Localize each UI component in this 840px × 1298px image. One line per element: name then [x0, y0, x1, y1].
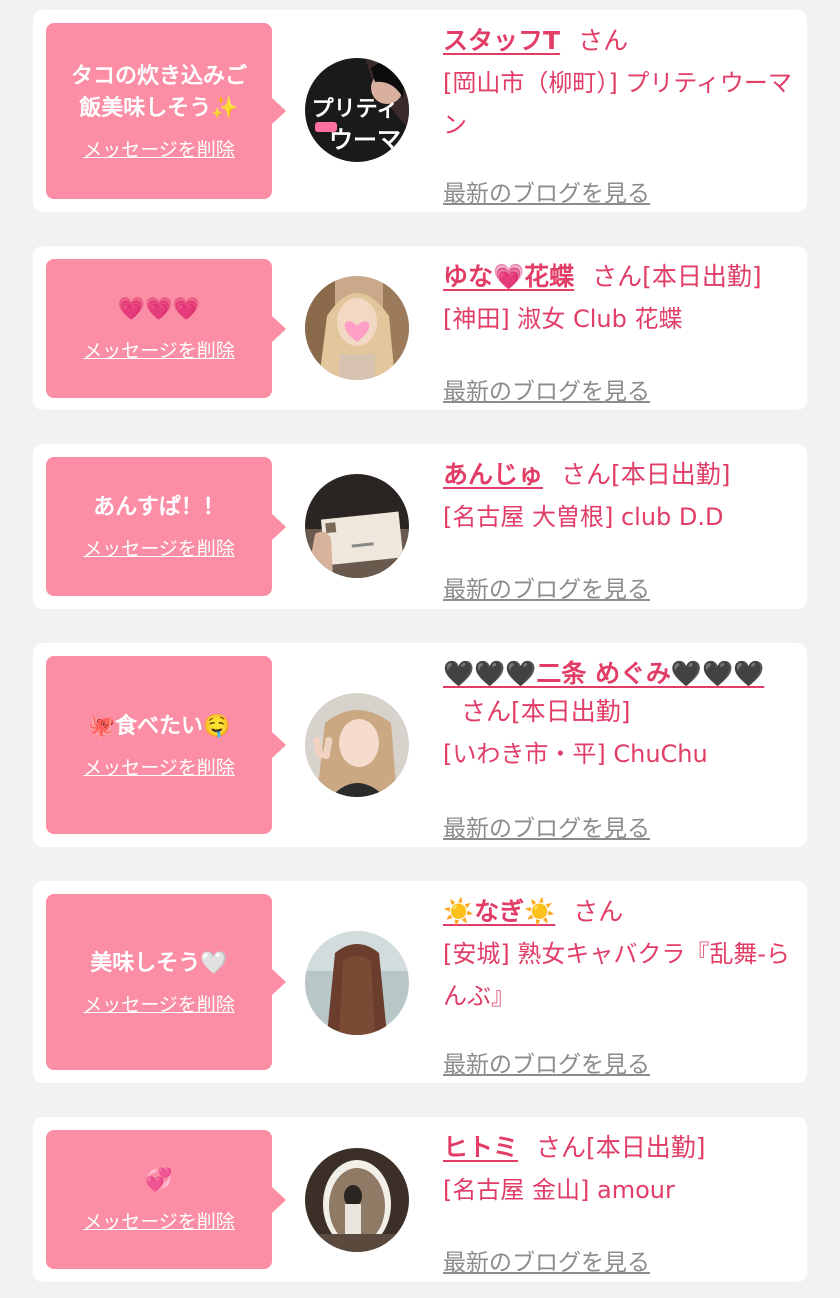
message-bubble: 💞 メッセージを削除	[46, 1130, 286, 1269]
shop-name: [名古屋 金山] amour	[443, 1176, 675, 1204]
message-bubble: 美味しそう🤍 メッセージを削除	[46, 894, 286, 1070]
latest-blog-link[interactable]: 最新のブログを見る	[443, 809, 650, 843]
latest-blog-link[interactable]: 最新のブログを見る	[443, 570, 650, 604]
shop-name: [神田] 淑女 Club 花蝶	[443, 305, 683, 333]
message-card: 🐙食べたい🤤 メッセージを削除 🖤🖤🖤二条 めぐみ🖤🖤🖤 さん[本日出勤] [いわ…	[33, 643, 807, 847]
latest-blog-link[interactable]: 最新のブログを見る	[443, 372, 650, 406]
cast-name-link[interactable]: ヒトミ	[443, 1133, 518, 1162]
cast-info: あんじゅ さん[本日出勤] [名古屋 大曽根] club D.D 最新のブログを見…	[443, 456, 795, 603]
delete-message-link[interactable]: メッセージを削除	[83, 534, 235, 561]
avatar[interactable]: プリティ ウーマ	[305, 58, 409, 162]
status-badge: [本日出勤]	[642, 262, 762, 291]
message-text: 🐙食べたい🤤	[87, 713, 231, 739]
cast-info: 🖤🖤🖤二条 めぐみ🖤🖤🖤 さん[本日出勤] [いわき市・平] ChuChu 最新の…	[443, 655, 795, 842]
cast-name-link[interactable]: スタッフT	[443, 26, 560, 55]
cast-info: ゆな💗花蝶 さん[本日出勤] [神田] 淑女 Club 花蝶 最新のブログを見る	[443, 258, 795, 405]
latest-blog-link[interactable]: 最新のブログを見る	[443, 174, 650, 208]
avatar[interactable]	[305, 1148, 409, 1252]
message-card: 💞 メッセージを削除 ヒトミ さん[本日出勤] [名古屋 金山] amour 最新…	[33, 1117, 807, 1282]
honorific: さん	[573, 897, 624, 926]
cast-info: スタッフT さん [岡山市（柳町）] プリティウーマン 最新のブログを見る	[443, 22, 795, 207]
delete-message-link[interactable]: メッセージを削除	[83, 990, 235, 1017]
message-bubble: あんすぱ！！ メッセージを削除	[46, 457, 286, 596]
message-card: 💗💗💗 メッセージを削除 ゆな💗花蝶 さん[本日出勤] [神田] 淑女 Club …	[33, 246, 807, 410]
delete-message-link[interactable]: メッセージを削除	[83, 1207, 235, 1234]
cast-name-link[interactable]: 🖤🖤🖤二条 めぐみ🖤🖤🖤	[443, 659, 764, 688]
cast-info: ヒトミ さん[本日出勤] [名古屋 金山] amour 最新のブログを見る	[443, 1129, 795, 1276]
cast-info: ☀️なぎ☀️ さん [安城] 熟女キャバクラ『乱舞-らんぶ』 最新のブログを見る	[443, 893, 795, 1078]
svg-text:プリティ: プリティ	[312, 97, 399, 122]
status-badge: [本日出勤]	[611, 460, 731, 489]
message-card: あんすぱ！！ メッセージを削除 あんじゅ さん[本日出勤] [名古屋 大曽根] c…	[33, 444, 807, 609]
cast-name-link[interactable]: あんじゅ	[443, 460, 543, 489]
shop-name: [岡山市（柳町）] プリティウーマン	[443, 69, 792, 139]
avatar[interactable]	[305, 693, 409, 797]
cast-name-link[interactable]: ☀️なぎ☀️	[443, 897, 555, 926]
cast-name-link[interactable]: ゆな💗花蝶	[443, 262, 574, 291]
honorific: さん	[592, 262, 643, 291]
message-card: タコの炊き込みご 飯美味しそう✨ メッセージを削除 プリティ ウーマ スタッフT…	[33, 10, 807, 212]
delete-message-link[interactable]: メッセージを削除	[83, 753, 235, 780]
business-card-image	[305, 474, 409, 578]
honorific: さん	[461, 697, 512, 726]
mirror-selfie-image	[305, 1148, 409, 1252]
honorific: さん	[578, 26, 629, 55]
avatar[interactable]	[305, 931, 409, 1035]
message-text: タコの炊き込みご 飯美味しそう✨	[70, 63, 247, 121]
message-bubble: タコの炊き込みご 飯美味しそう✨ メッセージを削除	[46, 23, 286, 199]
woman-blonde-image	[305, 276, 409, 380]
svg-text:ウーマ: ウーマ	[329, 126, 401, 154]
latest-blog-link[interactable]: 最新のブログを見る	[443, 1243, 650, 1277]
message-text: 💞	[145, 1168, 173, 1193]
shop-name: [名古屋 大曽根] club D.D	[443, 503, 724, 531]
latest-blog-link[interactable]: 最新のブログを見る	[443, 1045, 650, 1079]
woman-peace-sign-image	[305, 693, 409, 797]
delete-message-link[interactable]: メッセージを削除	[83, 135, 235, 162]
honorific: さん	[561, 460, 612, 489]
message-text: あんすぱ！！	[93, 495, 225, 520]
message-card: 美味しそう🤍 メッセージを削除 ☀️なぎ☀️ さん [安城] 熟女キャバクラ『乱舞…	[33, 881, 807, 1083]
message-bubble: 💗💗💗 メッセージを削除	[46, 259, 286, 398]
shop-name: [安城] 熟女キャバクラ『乱舞-らんぶ』	[443, 940, 791, 1010]
woman-long-hair-image	[305, 931, 409, 1035]
avatar[interactable]	[305, 474, 409, 578]
shop-name: [いわき市・平] ChuChu	[443, 740, 708, 768]
message-bubble: 🐙食べたい🤤 メッセージを削除	[46, 656, 286, 834]
honorific: さん	[536, 1133, 587, 1162]
avatar[interactable]	[305, 276, 409, 380]
pretty-woman-logo-image: プリティ ウーマ	[305, 58, 409, 162]
message-text: 美味しそう🤍	[90, 950, 228, 976]
status-badge: [本日出勤]	[511, 697, 631, 726]
message-text: 💗💗💗	[117, 297, 201, 322]
status-badge: [本日出勤]	[586, 1133, 706, 1162]
delete-message-link[interactable]: メッセージを削除	[83, 336, 235, 363]
